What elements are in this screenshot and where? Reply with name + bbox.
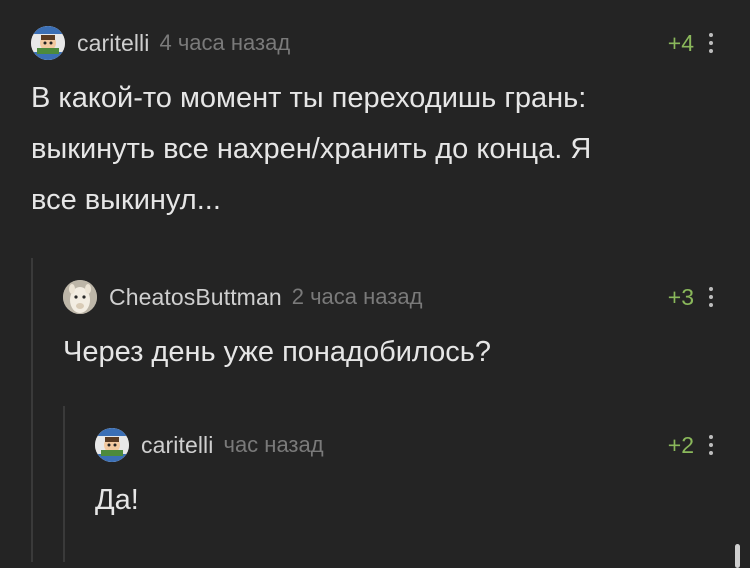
comment-text-line: В какой-то момент ты переходишь грань: [31,82,587,114]
comment: CheatosButtman 2 часа назад +3 Через ден… [63,280,714,380]
comment-header: caritelli 4 часа назад [31,26,290,60]
alpaca-avatar-icon [63,280,97,314]
avatar[interactable] [31,26,65,60]
scrollbar[interactable] [735,544,740,568]
comment-text-line: выкинуть все нахрен/хранить до конца. Я [31,133,592,165]
comment-text: В какой-то момент ты переходишь грань: в… [31,73,591,226]
username[interactable]: caritelli [141,432,213,459]
rating: +3 [667,283,694,310]
timestamp: 4 часа назад [159,30,291,55]
comment: caritelli 4 часа назад +4 В какой-то мом… [31,26,714,216]
avatar[interactable] [95,428,129,462]
comment-meta: +4 [668,26,714,60]
comment: caritelli час назад +2 Да! [95,428,714,528]
comment-meta: +2 [668,428,714,462]
rating: +4 [667,29,694,56]
username[interactable]: CheatosButtman [109,284,282,311]
thread-line-level-1[interactable] [31,258,33,562]
comment-header: CheatosButtman 2 часа назад [63,280,422,314]
comment-text: Через день уже понадобилось? [63,327,491,378]
vertical-dots-icon[interactable] [708,287,714,307]
vertical-dots-icon[interactable] [708,435,714,455]
timestamp: час назад [223,432,324,457]
family-guy-meme-avatar-icon [31,26,65,60]
rating: +2 [667,431,694,458]
comment-header: caritelli час назад [95,428,324,462]
comment-text: Да! [95,475,139,526]
username[interactable]: caritelli [77,30,149,57]
comment-meta: +3 [668,280,714,314]
avatar[interactable] [63,280,97,314]
thread-line-level-2[interactable] [63,406,65,562]
comment-text-line: Через день уже понадобилось? [63,336,492,368]
comment-text-line: все выкинул... [31,184,221,216]
timestamp: 2 часа назад [291,284,423,309]
comment-text-line: Да! [95,484,139,516]
vertical-dots-icon[interactable] [708,33,714,53]
family-guy-meme-avatar-icon [95,428,129,462]
